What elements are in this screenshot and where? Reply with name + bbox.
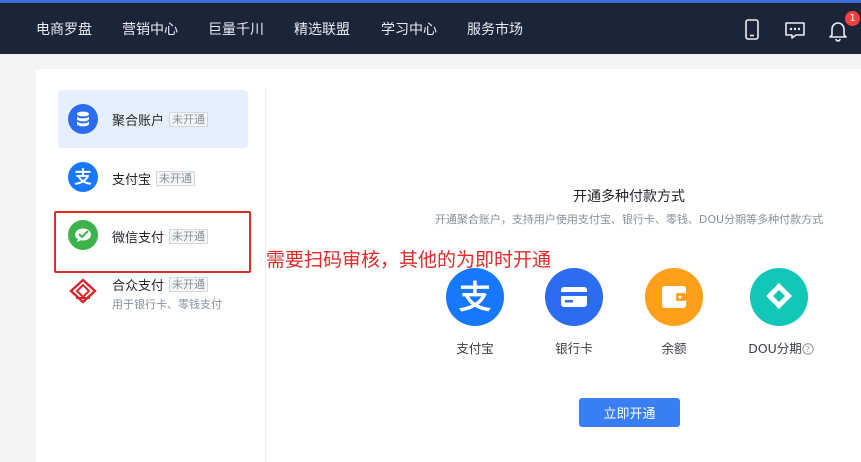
annotation-highlight-box xyxy=(54,211,251,273)
svg-text:?: ? xyxy=(806,345,810,354)
status-tag: 未开通 xyxy=(156,171,195,186)
svg-text:支: 支 xyxy=(75,167,93,188)
vertical-divider xyxy=(265,88,266,462)
payment-note: 用于银行卡、零钱支付 xyxy=(112,298,222,311)
page-subtitle: 开通聚合账户，支持用户使用支付宝、银行卡、零钱、DOU分期等多种付款方式 xyxy=(434,213,824,226)
nav-item-learning[interactable]: 学习中心 xyxy=(381,21,437,39)
payment-item-aggregate[interactable]: 聚合账户 未开通 xyxy=(58,90,248,148)
annotation-text: 需要扫码审核，其他的为即时开通 xyxy=(266,249,552,271)
notification-badge: 1 xyxy=(845,11,860,26)
open-now-button[interactable]: 立即开通 xyxy=(579,398,680,427)
payment-item-alipay[interactable]: 支 支付宝 未开通 xyxy=(58,148,248,206)
status-tag: 未开通 xyxy=(169,112,208,127)
alipay-icon: 支 xyxy=(68,162,98,192)
message-icon[interactable] xyxy=(784,18,806,42)
payment-label: 聚合账户 xyxy=(112,114,165,129)
hezhong-logo-icon xyxy=(68,276,98,306)
alipay-icon: 支 xyxy=(446,268,504,326)
wallet-icon xyxy=(645,268,703,326)
help-question-icon[interactable]: ? xyxy=(802,340,814,359)
page-title: 开通多种付款方式 xyxy=(573,189,685,205)
svg-text:支: 支 xyxy=(459,278,491,316)
method-label: 银行卡 xyxy=(555,341,593,356)
database-icon xyxy=(68,104,98,134)
payment-item-hezhong[interactable]: 合众支付 未开通 用于银行卡、零钱支付 xyxy=(58,264,248,324)
mobile-icon[interactable] xyxy=(741,18,763,42)
dou-installment-icon xyxy=(750,268,808,326)
status-tag: 未开通 xyxy=(169,277,208,292)
bank-card-icon xyxy=(545,268,603,326)
method-label: 支付宝 xyxy=(456,341,494,356)
payment-label: 支付宝 xyxy=(112,173,152,188)
nav-item-marketing[interactable]: 营销中心 xyxy=(122,21,178,39)
nav-item-compass[interactable]: 电商罗盘 xyxy=(36,21,92,39)
payment-label: 合众支付 xyxy=(112,279,165,294)
nav-item-qianchuan[interactable]: 巨量千川 xyxy=(208,21,264,39)
top-nav-bar: 电商罗盘 营销中心 巨量千川 精选联盟 学习中心 服务市场 1 xyxy=(0,0,861,54)
method-label: 余额 xyxy=(661,341,687,356)
nav-item-alliance[interactable]: 精选联盟 xyxy=(294,21,350,39)
nav-item-service-market[interactable]: 服务市场 xyxy=(467,21,523,39)
